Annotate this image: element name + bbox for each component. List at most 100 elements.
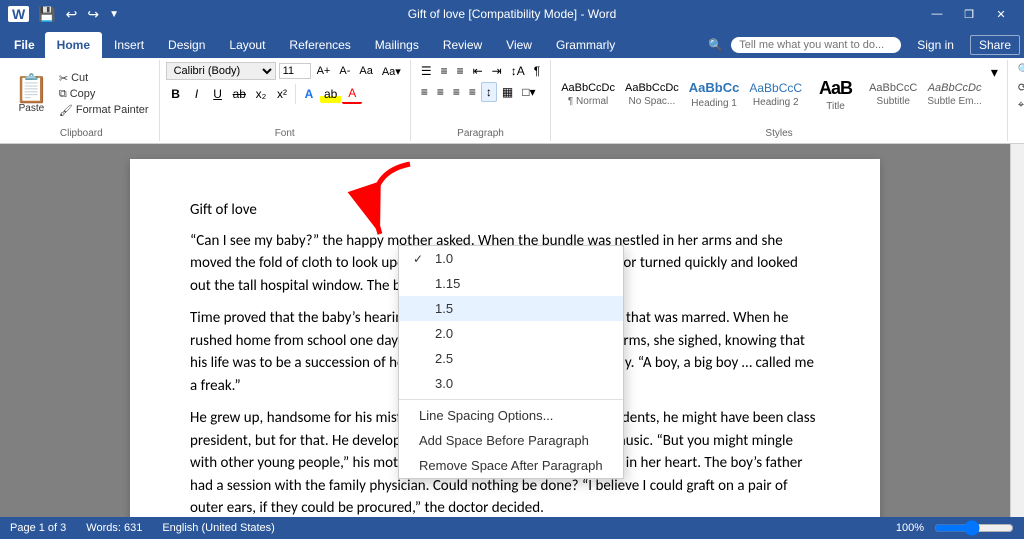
document-area[interactable]: Gift of love “Can I see my baby?” the ha… <box>0 144 1010 517</box>
minimize-button[interactable]: ― <box>922 0 952 28</box>
tab-file[interactable]: File <box>4 32 45 58</box>
spacing-1-15-label: 1.15 <box>435 276 460 291</box>
style-title[interactable]: AaB Title <box>808 74 863 114</box>
tab-mailings[interactable]: Mailings <box>363 32 431 58</box>
style-subtle-em[interactable]: AaBbCcDc Subtle Em... <box>923 79 985 109</box>
tab-layout[interactable]: Layout <box>217 32 277 58</box>
ribbon-tabs-bar: File Home Insert Design Layout Reference… <box>0 28 1024 58</box>
clear-format-btn[interactable]: Aa <box>356 63 375 79</box>
editing-group: 🔍 Find▾ ⟳ Replace ⌖ Select▾ Editing <box>1008 60 1024 141</box>
bullets-button[interactable]: ☰ <box>417 62 436 80</box>
format-painter-icon: 🖌 <box>59 104 73 117</box>
tab-grammarly[interactable]: Grammarly <box>544 32 627 58</box>
clipboard-sub-buttons: ✂ Cut ⧉ Copy 🖌 Format Painter <box>55 71 153 118</box>
style-subtle-em-label: Subtle Em... <box>927 96 981 107</box>
style-subtitle-preview: AaBbCcC <box>869 81 917 96</box>
tab-review[interactable]: Review <box>431 32 494 58</box>
font-name-select[interactable]: Calibri (Body) <box>166 62 276 80</box>
spacing-1-5[interactable]: 1.5 <box>399 296 623 321</box>
spacing-1-15[interactable]: 1.15 <box>399 271 623 296</box>
spacing-3-0-label: 3.0 <box>435 376 453 391</box>
subscript-button[interactable]: x₂ <box>251 85 271 103</box>
sort-button[interactable]: ↕A <box>507 62 529 80</box>
numbering-button[interactable]: ≡ <box>437 62 452 80</box>
style-normal[interactable]: AaBbCcDc ¶ Normal <box>557 79 619 109</box>
decrease-font-btn[interactable]: A- <box>336 63 353 79</box>
increase-indent-button[interactable]: ⇥ <box>488 62 506 80</box>
tell-me-input[interactable] <box>731 37 901 53</box>
remove-space-after-btn[interactable]: Remove Space After Paragraph <box>399 453 623 478</box>
clipboard-group-content: 📋 Paste ✂ Cut ⧉ Copy 🖌 Format Painter <box>10 62 153 126</box>
superscript-button[interactable]: x² <box>272 85 292 103</box>
increase-font-btn[interactable]: A+ <box>314 63 334 79</box>
format-painter-button[interactable]: 🖌 Format Painter <box>55 103 153 118</box>
align-right-button[interactable]: ≡ <box>449 83 464 101</box>
style-subtitle[interactable]: AaBbCcC Subtitle <box>865 79 921 109</box>
replace-button[interactable]: ⟳ Replace <box>1014 80 1024 95</box>
text-highlight-button[interactable]: ab <box>320 85 341 103</box>
window-controls: ― ❒ ✕ <box>922 0 1016 28</box>
italic-button[interactable]: I <box>187 85 207 103</box>
paragraph-group: ☰ ≡ ≡ ⇤ ⇥ ↕A ¶ ≡ ≡ ≡ ≡ ↕ ▦ □▾ <box>411 60 551 141</box>
style-heading2[interactable]: AaBbCcC Heading 2 <box>745 78 806 110</box>
customize-icon[interactable]: ▼ <box>106 7 122 22</box>
align-center-button[interactable]: ≡ <box>433 83 448 101</box>
redo-icon[interactable]: ↪ <box>84 4 102 25</box>
zoom-level: 100% <box>896 522 924 534</box>
undo-icon[interactable]: ↩ <box>63 4 81 25</box>
status-bar: Page 1 of 3 Words: 631 English (United S… <box>0 517 1024 539</box>
font-row-1: Calibri (Body) A+ A- Aa Aa▾ <box>166 62 404 80</box>
add-space-before-btn[interactable]: Add Space Before Paragraph <box>399 428 623 453</box>
font-size-input[interactable] <box>279 63 311 79</box>
copy-button[interactable]: ⧉ Copy <box>55 87 153 102</box>
editing-group-label: Editing <box>1014 126 1024 139</box>
restore-button[interactable]: ❒ <box>954 0 984 28</box>
spacing-2-0[interactable]: 2.0 <box>399 321 623 346</box>
paragraph-group-content: ☰ ≡ ≡ ⇤ ⇥ ↕A ¶ ≡ ≡ ≡ ≡ ↕ ▦ □▾ <box>417 62 544 126</box>
style-heading1[interactable]: AaBbCc Heading 1 <box>685 77 744 110</box>
remove-space-after-label: Remove Space After Paragraph <box>419 458 603 473</box>
tab-home[interactable]: Home <box>45 32 102 58</box>
tab-design[interactable]: Design <box>156 32 217 58</box>
close-button[interactable]: ✕ <box>986 0 1016 28</box>
style-title-preview: AaB <box>819 76 852 101</box>
sign-in-button[interactable]: Sign in <box>909 36 962 54</box>
shading-button[interactable]: ▦ <box>498 83 517 101</box>
style-no-spacing-preview: AaBbCcDc <box>625 81 679 96</box>
find-button[interactable]: 🔍 Find▾ <box>1014 62 1024 77</box>
bold-button[interactable]: B <box>166 85 186 103</box>
paragraph-group-label: Paragraph <box>417 126 544 139</box>
align-left-button[interactable]: ≡ <box>417 83 432 101</box>
font-color-button[interactable]: A <box>342 84 362 104</box>
copy-icon: ⧉ <box>59 88 67 101</box>
decrease-indent-button[interactable]: ⇤ <box>469 62 487 80</box>
styles-expand-button[interactable]: ▾ <box>988 62 1001 83</box>
style-no-spacing[interactable]: AaBbCcDc No Spac... <box>621 79 683 109</box>
tab-insert[interactable]: Insert <box>102 32 156 58</box>
justify-button[interactable]: ≡ <box>465 83 480 101</box>
zoom-slider[interactable] <box>934 520 1014 536</box>
change-case-btn[interactable]: Aa▾ <box>379 63 404 80</box>
underline-button[interactable]: U <box>208 85 228 103</box>
tab-references[interactable]: References <box>277 32 362 58</box>
strikethrough-button[interactable]: ab <box>229 85 250 103</box>
tab-view[interactable]: View <box>494 32 544 58</box>
font-group-label: Font <box>166 126 404 139</box>
cut-button[interactable]: ✂ Cut <box>55 71 153 86</box>
borders-button[interactable]: □▾ <box>518 83 539 101</box>
spacing-options-btn[interactable]: Line Spacing Options... <box>399 403 623 428</box>
text-effects-button[interactable]: A <box>299 85 319 103</box>
line-spacing-dropdown: ✓ 1.0 1.15 1.5 2.0 2.5 <box>398 245 624 479</box>
multilevel-button[interactable]: ≡ <box>453 62 468 80</box>
paste-button[interactable]: 📋 Paste <box>10 73 53 116</box>
show-marks-button[interactable]: ¶ <box>530 62 544 80</box>
spacing-2-5[interactable]: 2.5 <box>399 346 623 371</box>
save-icon[interactable]: 💾 <box>35 4 58 25</box>
status-right: 100% <box>896 520 1014 536</box>
spacing-3-0[interactable]: 3.0 <box>399 371 623 396</box>
line-spacing-button[interactable]: ↕ <box>481 82 497 102</box>
share-button[interactable]: Share <box>970 35 1020 55</box>
select-button[interactable]: ⌖ Select▾ <box>1014 98 1024 113</box>
scrollbar[interactable] <box>1010 144 1024 517</box>
spacing-1-0[interactable]: ✓ 1.0 <box>399 246 623 271</box>
